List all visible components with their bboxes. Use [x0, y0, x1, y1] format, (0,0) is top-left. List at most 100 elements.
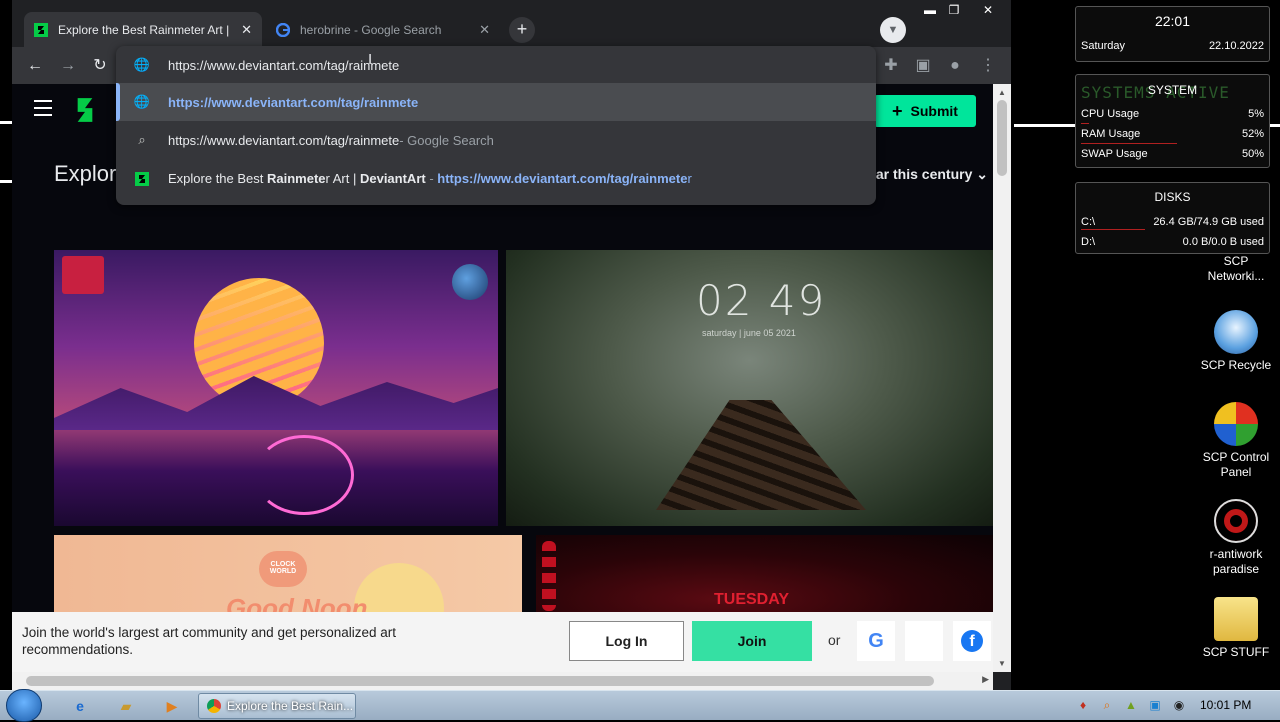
history-title-pre: Explore the Best	[168, 170, 267, 186]
history-sep: -	[425, 170, 438, 186]
history-title-bold2: DeviantArt	[359, 170, 426, 186]
disk-c-label: C:\	[1081, 216, 1096, 228]
cpu-label: CPU Usage	[1081, 108, 1140, 120]
omnibox-input[interactable]: https://www.deviantart.com/tag/rainmete	[168, 58, 399, 73]
tray-icon-3[interactable]: ▲	[1124, 698, 1138, 712]
taskbar-chrome-item[interactable]: Explore the Best Rain...	[198, 693, 356, 719]
scroll-down-icon[interactable]: ▼	[993, 659, 1011, 668]
art-thumbnail-good-noon[interactable]: CLOCK WORLD Good Noon	[54, 535, 522, 615]
taskbar-clock[interactable]: 10:01 PM	[1200, 698, 1251, 712]
ram-row: RAM Usage 52%	[1081, 128, 1264, 140]
cpu-value: 5%	[1248, 108, 1264, 120]
desktop-icon-recycle[interactable]: SCP Recycle	[1196, 310, 1276, 373]
sort-dropdown[interactable]: lar this century ⌄	[872, 166, 988, 183]
ram-label: RAM Usage	[1081, 128, 1141, 140]
desktop-icon-antiwork[interactable]: r-antiwork paradise	[1196, 499, 1276, 577]
tab-bar: Explore the Best Rainmeter Art | Deviant…	[12, 0, 1011, 47]
taskbar: e ▰ ▶ Explore the Best Rain... ♦ ⌕ ▲ ▣ ◉…	[0, 689, 1280, 722]
back-icon[interactable]: ←	[24, 55, 46, 77]
deviantart-logo[interactable]	[74, 96, 96, 124]
google-login-button[interactable]: G	[857, 621, 895, 661]
submit-button[interactable]: + Submit	[874, 95, 976, 127]
tab-title: herobrine - Google Search	[300, 22, 442, 37]
sort-label: lar this century	[872, 166, 973, 182]
globe-icon: 🌐	[133, 57, 151, 72]
login-button[interactable]: Log In	[569, 621, 684, 661]
desktop-icon-network[interactable]: SCP Networki...	[1196, 254, 1276, 284]
close-tab-icon[interactable]: ✕	[479, 22, 490, 38]
art-thumbnail-synthwave[interactable]	[54, 250, 498, 526]
tray-volume-icon[interactable]: ◉	[1172, 698, 1186, 712]
system-widget: SYSTEMS ACTIVE SYSTEM CPU Usage 5% RAM Us…	[1075, 74, 1270, 168]
swap-value: 50%	[1241, 148, 1264, 160]
scroll-up-icon[interactable]: ▲	[993, 88, 1011, 97]
close-tab-icon[interactable]: ✕	[241, 22, 252, 38]
suggestion-search-suffix: - Google Search	[399, 132, 494, 148]
disks-widget: DISKS C:\ 26.4 GB/74.9 GB used D:\ 0.0 B/0…	[1075, 182, 1270, 254]
new-tab-button[interactable]: +	[509, 17, 535, 43]
clock-widget: 22:01 Saturday 22.10.2022	[1075, 6, 1270, 62]
facebook-login-button[interactable]: f	[953, 621, 991, 661]
history-title-bold: Rainmete	[267, 170, 326, 186]
tuesday-text: TUESDAY	[714, 591, 789, 608]
widget-disks-title: DISKS	[1154, 190, 1191, 204]
chevron-down-icon: ▼	[887, 24, 899, 36]
hscroll-thumb[interactable]	[26, 676, 934, 686]
close-window-button[interactable]: ✕	[975, 2, 1001, 18]
minimize-button[interactable]: ▬	[918, 2, 942, 18]
menu-icon[interactable]: ⋮	[977, 55, 999, 77]
media-player-icon[interactable]: ▶	[150, 694, 194, 718]
antiwork-icon	[1214, 499, 1258, 543]
ram-bar	[1081, 143, 1177, 144]
hamburger-icon[interactable]	[34, 100, 52, 116]
or-label: or	[828, 632, 841, 648]
tray-icon-1[interactable]: ♦	[1076, 698, 1090, 712]
side-icons	[542, 541, 556, 611]
submit-label: Submit	[910, 103, 958, 119]
history-url-tail: r	[687, 170, 692, 186]
globe-icon: 🌐	[133, 94, 151, 109]
suggestion-url-text: https://www.deviantart.com/tag/rainmete	[168, 94, 419, 110]
desktop-icon-label: r-antiwork paradise	[1209, 547, 1263, 576]
art-thumbnail-tuesday[interactable]: TUESDAY	[536, 535, 993, 615]
horizontal-scrollbar[interactable]: ▶	[12, 672, 993, 690]
tab-deviantart[interactable]: Explore the Best Rainmeter Art | Deviant…	[24, 12, 262, 47]
swap-label: SWAP Usage	[1081, 148, 1148, 160]
tray-network-icon[interactable]: ▣	[1148, 698, 1162, 712]
suggestion-url[interactable]: 🌐 https://www.deviantart.com/tag/rainmet…	[116, 83, 876, 121]
bridge-shape	[656, 400, 866, 510]
desktop-icon-control-panel[interactable]: SCP Control Panel	[1196, 402, 1276, 480]
file-explorer-icon[interactable]: ▰	[104, 694, 148, 718]
history-title-post: r Art |	[325, 170, 360, 186]
internet-explorer-icon[interactable]: e	[58, 694, 102, 718]
art-thumbnail-forest[interactable]: 02 49 saturday | june 05 2021	[506, 250, 993, 526]
side-panel-icon[interactable]: ▣	[912, 55, 934, 77]
tab-google-search[interactable]: herobrine - Google Search ✕	[266, 12, 500, 47]
vertical-scrollbar[interactable]: ▲ ▼	[993, 84, 1011, 672]
scroll-right-icon[interactable]: ▶	[982, 674, 989, 685]
browser-window: Explore the Best Rainmeter Art | Deviant…	[12, 0, 1011, 690]
disk-c-bar	[1081, 229, 1145, 230]
join-button[interactable]: Join	[692, 621, 812, 661]
omnibox-input-row[interactable]: 🌐 https://www.deviantart.com/tag/rainmet…	[116, 46, 876, 84]
disk-d-value: 0.0 B/0.0 B used	[1182, 236, 1264, 248]
desktop-icon-scp-stuff[interactable]: SCP STUFF	[1196, 597, 1276, 660]
apple-login-button[interactable]	[905, 621, 943, 661]
profile-icon[interactable]: ●	[944, 55, 966, 77]
scroll-thumb[interactable]	[997, 100, 1007, 176]
folder-icon	[1214, 597, 1258, 641]
facebook-icon: f	[961, 630, 983, 652]
tray-search-icon[interactable]: ⌕	[1100, 698, 1114, 712]
tab-search-button[interactable]: ▼	[880, 17, 906, 43]
swap-row: SWAP Usage 50%	[1081, 148, 1264, 160]
maximize-button[interactable]: ❐	[942, 2, 966, 18]
date-label: saturday | june 05 2021	[702, 328, 796, 338]
start-button[interactable]	[6, 689, 42, 722]
reload-icon[interactable]: ↻	[89, 55, 111, 77]
clock-world-badge: CLOCK WORLD	[259, 551, 307, 587]
suggestion-history[interactable]: Explore the Best Rainmete r Art | Deviant…	[116, 159, 876, 197]
forward-icon[interactable]: →	[57, 55, 79, 77]
disk-d-label: D:\	[1081, 236, 1096, 248]
extensions-icon[interactable]: ✚	[880, 55, 902, 77]
suggestion-search[interactable]: ⌕ https://www.deviantart.com/tag/rainmet…	[116, 121, 876, 159]
